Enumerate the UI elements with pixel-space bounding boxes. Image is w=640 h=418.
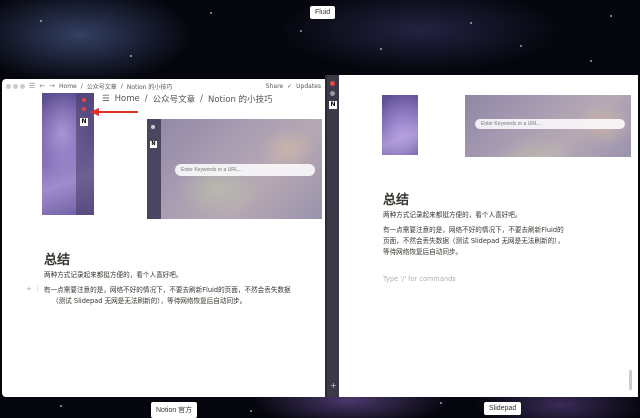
paragraph-2c: 等待网络恢复后自动同步。 <box>383 248 463 256</box>
share-button[interactable]: Share <box>266 83 283 90</box>
forward-arrow-icon[interactable]: → <box>49 82 55 90</box>
command-placeholder[interactable]: Type '/' for commands <box>383 274 456 284</box>
add-icon[interactable]: + <box>330 381 337 390</box>
check-icon: ✓ <box>287 82 293 90</box>
breadcrumb-tips-small[interactable]: Notion 的小技巧 <box>127 82 173 91</box>
zoom-dot[interactable] <box>20 83 25 89</box>
notion-logo-icon: N <box>80 118 88 126</box>
paragraph-2b: 页面，不然会丢失数据（测试 Slidepad 无网是无法刷新的）， <box>383 237 565 245</box>
slidepad-sidebar: N + <box>327 75 339 397</box>
nebula-image: N <box>42 93 94 215</box>
breadcrumb-home[interactable]: Home <box>115 94 140 104</box>
fluid-screenshot-small: Enter Keywords or a URL... <box>465 95 631 157</box>
slidepad-window: N + Enter Keywords or a URL... 总结 两种方式记录… <box>327 75 638 397</box>
breadcrumb-articles[interactable]: 公众号文章 <box>153 93 196 105</box>
paragraph-2a: 有一点需要注意的是，网络不好的情况下，不要去刷新Fluid的页面，不然会丢失数据 <box>44 286 291 294</box>
menu-icon[interactable]: ☰ <box>29 82 35 90</box>
menu-icon-large[interactable]: ☰ <box>102 94 110 104</box>
red-arrow-icon <box>90 108 138 116</box>
minimize-dot[interactable] <box>13 83 18 89</box>
section-heading: 总结 <box>383 193 410 208</box>
breadcrumb-articles-small[interactable]: 公众号文章 <box>87 82 117 91</box>
paragraph-2b: （测试 Slidepad 无网是无法刷新的），等待网络恢复后自动同步。 <box>52 297 247 305</box>
slidepad-label: Slidepad <box>484 402 522 415</box>
search-input[interactable]: Enter Keywords or a URL... <box>175 164 315 176</box>
paragraph-1: 两种方式记录起来都挺方便的，看个人喜好吧。 <box>383 211 522 219</box>
nebula-image-small <box>382 95 418 155</box>
section-heading: 总结 <box>44 253 71 268</box>
fluid-screenshot-image: N Enter Keywords or a URL... <box>147 119 322 219</box>
paragraph-2a: 有一点需要注意的是，网络不好的情况下，不要去刷新Fluid的 <box>383 226 564 234</box>
search-input-small[interactable]: Enter Keywords or a URL... <box>475 119 625 129</box>
minimize-dot[interactable] <box>330 91 335 96</box>
breadcrumb-tips[interactable]: Notion 的小技巧 <box>208 93 273 105</box>
updates-button[interactable]: Updates <box>296 83 321 90</box>
paragraph-1: 两种方式记录起来都挺方便的，看个人喜好吧。 <box>44 271 183 279</box>
notion-logo-icon: N <box>329 101 337 109</box>
close-dot[interactable] <box>6 83 11 89</box>
back-arrow-icon[interactable]: ← <box>39 82 45 90</box>
notion-window: ☰ ← → Home / 公众号文章 / Notion 的小技巧 Share ✓… <box>2 79 325 397</box>
close-dot[interactable] <box>330 81 335 86</box>
fluid-label: Fluid <box>310 6 336 19</box>
breadcrumb-home-small[interactable]: Home <box>59 83 77 90</box>
scrollbar[interactable] <box>629 370 632 390</box>
notion-label: Notion 官方 <box>151 402 198 418</box>
